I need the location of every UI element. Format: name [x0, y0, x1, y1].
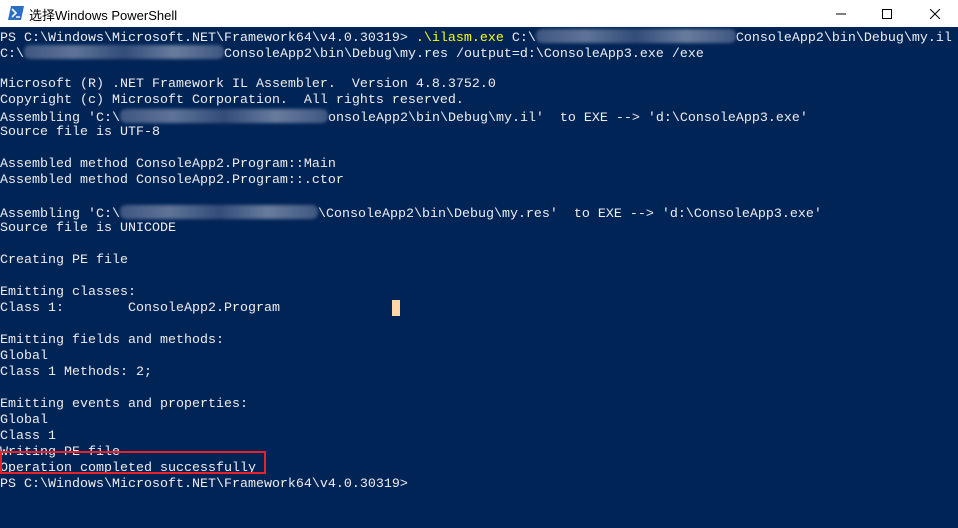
- window-title: 选择Windows PowerShell: [29, 8, 178, 23]
- console-text: PS C:\Windows\Microsoft.NET\Framework64\…: [0, 29, 952, 493]
- console-line: Global: [0, 349, 48, 364]
- console-line: C:\ ConsoleApp2\bin\Debug\my.res /output=…: [0, 45, 952, 62]
- console-text-segment: C:\: [0, 47, 24, 62]
- console-line: Emitting classes:: [0, 285, 136, 300]
- console-line: Assembled method ConsoleApp2.Program::.c…: [0, 173, 344, 188]
- redacted-path: [535, 29, 736, 43]
- console-output[interactable]: PS C:\Windows\Microsoft.NET\Framework64\…: [0, 27, 958, 528]
- close-button[interactable]: [912, 0, 958, 27]
- console-text-segment: ConsoleApp2\bin\Debug\my.il: [735, 31, 952, 46]
- console-line: Global: [0, 413, 48, 428]
- redacted-path: [119, 205, 318, 219]
- console-line: Source file is UTF-8: [0, 125, 160, 140]
- console-text-segment: C:\: [503, 31, 536, 46]
- console-line: Class 1 Methods: 2;: [0, 365, 152, 380]
- console-text-segment: PS C:\Windows\Microsoft.NET\Framework64\…: [0, 31, 416, 46]
- text-cursor: [392, 300, 400, 316]
- minimize-icon: [836, 13, 846, 14]
- maximize-icon: [882, 8, 892, 19]
- command-line: PS C:\Windows\Microsoft.NET\Framework64\…: [0, 29, 952, 46]
- console-text-segment: ConsoleApp2\bin\Debug\my.res /output=d:\…: [224, 47, 704, 62]
- console-line: Source file is UNICODE: [0, 221, 176, 236]
- maximize-button[interactable]: [864, 0, 910, 27]
- console-text-segment: onsoleApp2\bin\Debug\my.il' to EXE --> '…: [327, 111, 808, 126]
- copyright-line: Copyright (c) Microsoft Corporation. All…: [0, 93, 464, 108]
- banner-line: Microsoft (R) .NET Framework IL Assemble…: [0, 77, 496, 92]
- redacted-path: [24, 45, 224, 59]
- console-line: Assembled method ConsoleApp2.Program::Ma…: [0, 157, 336, 172]
- command: .\ilasm.exe: [415, 31, 504, 46]
- powershell-icon: [8, 6, 24, 20]
- console-line: Assembling 'C:\ \ConsoleApp2\bin\Debug\my…: [0, 205, 952, 222]
- console-line: Class 1: ConsoleApp2.Program: [0, 301, 280, 316]
- console-line: Emitting fields and methods:: [0, 333, 224, 348]
- console-text-segment: Assembling 'C:\: [0, 207, 120, 222]
- console-line: Assembling 'C:\ onsoleApp2\bin\Debug\my.i…: [0, 109, 952, 126]
- redacted-path: [119, 109, 328, 123]
- highlight-box: [0, 451, 266, 474]
- console-text-segment: \ConsoleApp2\bin\Debug\my.res' to EXE --…: [317, 207, 822, 222]
- title-bar: 选择Windows PowerShell: [0, 0, 958, 27]
- console-line: Class 1: [0, 429, 56, 444]
- console-text-segment: Assembling 'C:\: [0, 111, 120, 126]
- console-line: Creating PE file: [0, 253, 128, 268]
- minimize-button[interactable]: [818, 0, 864, 27]
- close-icon: [930, 8, 940, 19]
- final-prompt: PS C:\Windows\Microsoft.NET\Framework64\…: [0, 477, 408, 492]
- console-line: Emitting events and properties:: [0, 397, 248, 412]
